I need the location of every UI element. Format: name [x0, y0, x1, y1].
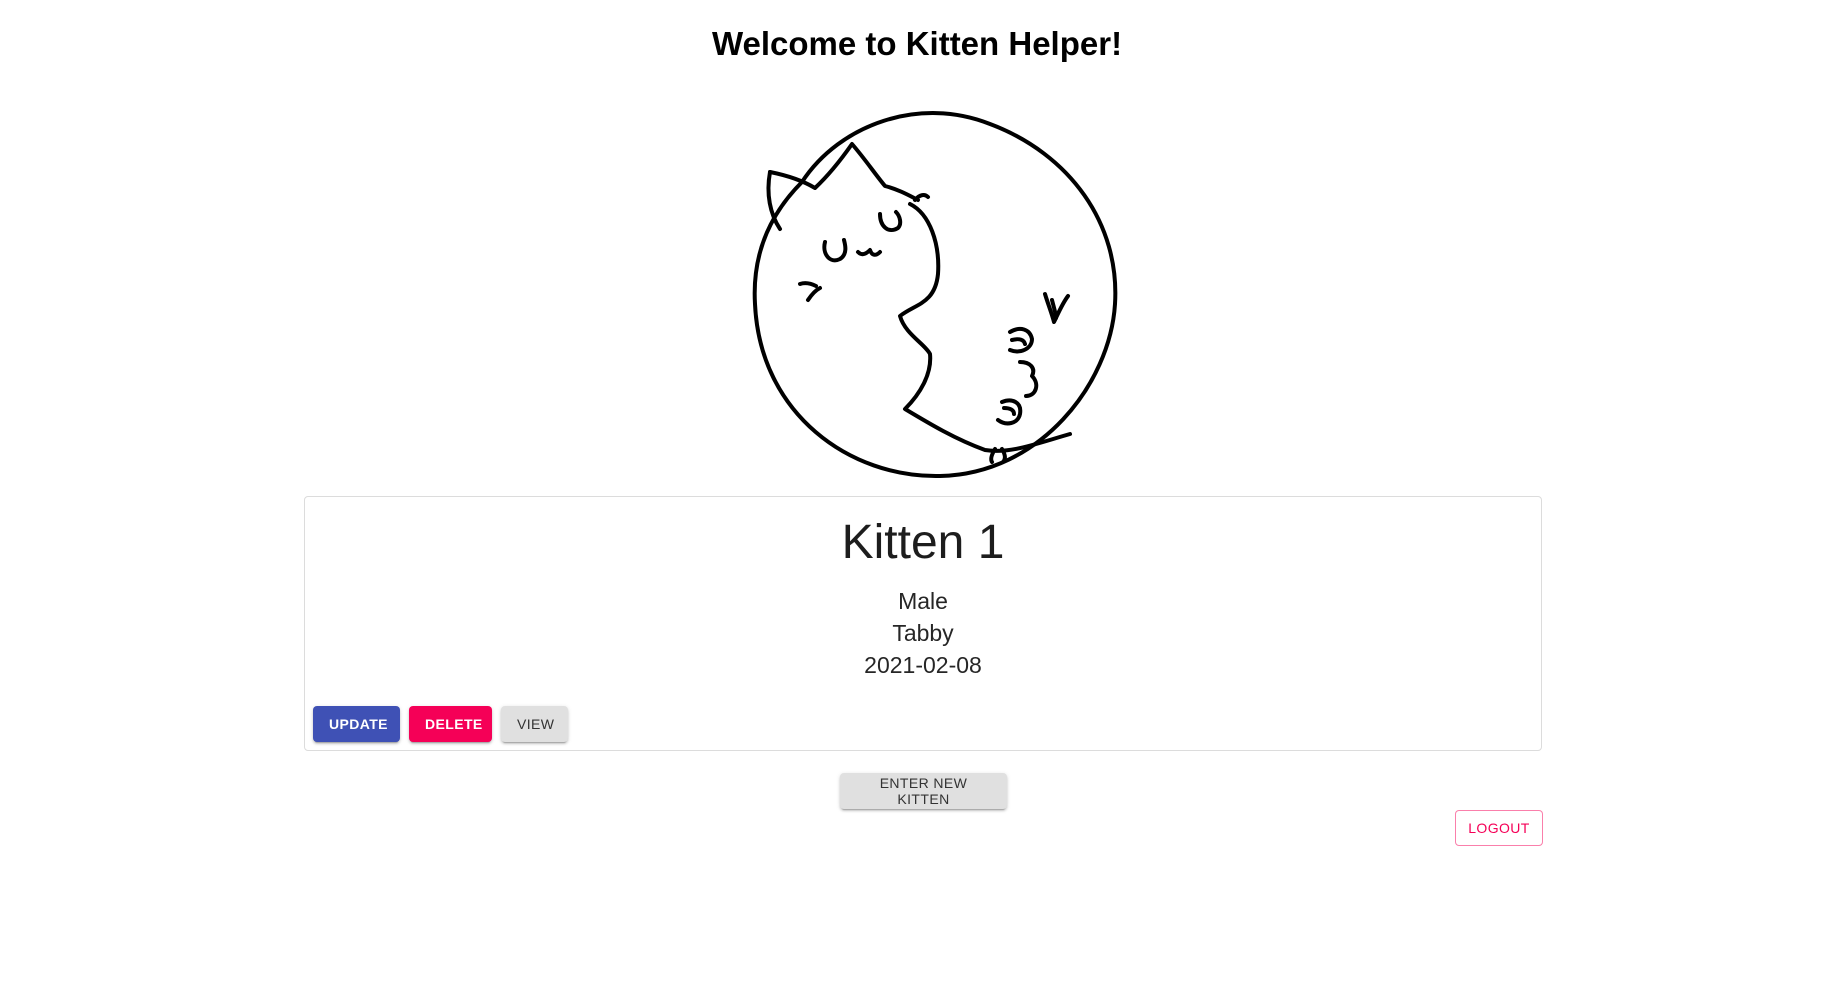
kitten-details: Male Tabby 2021-02-08: [305, 585, 1541, 681]
update-button[interactable]: UPDATE: [313, 706, 400, 742]
logout-button[interactable]: LOGOUT: [1455, 810, 1543, 846]
view-button[interactable]: VIEW: [501, 706, 568, 742]
kitten-sex: Male: [898, 588, 948, 614]
kitten-breed: Tabby: [892, 620, 954, 646]
page-title: Welcome to Kitten Helper!: [711, 25, 1123, 62]
delete-button[interactable]: DELETE: [409, 706, 492, 742]
enter-new-kitten-button[interactable]: ENTER NEW KITTEN: [840, 773, 1007, 809]
card-actions: UPDATE DELETE VIEW: [313, 706, 568, 742]
kitten-card: Kitten 1 Male Tabby 2021-02-08 UPDATE DE…: [304, 496, 1542, 751]
kitten-logo-icon: [740, 104, 1130, 484]
kitten-date: 2021-02-08: [864, 652, 982, 678]
page: Welcome to Kitten Helper! Kitten 1 Male …: [0, 0, 1834, 995]
kitten-name: Kitten 1: [841, 516, 1005, 569]
